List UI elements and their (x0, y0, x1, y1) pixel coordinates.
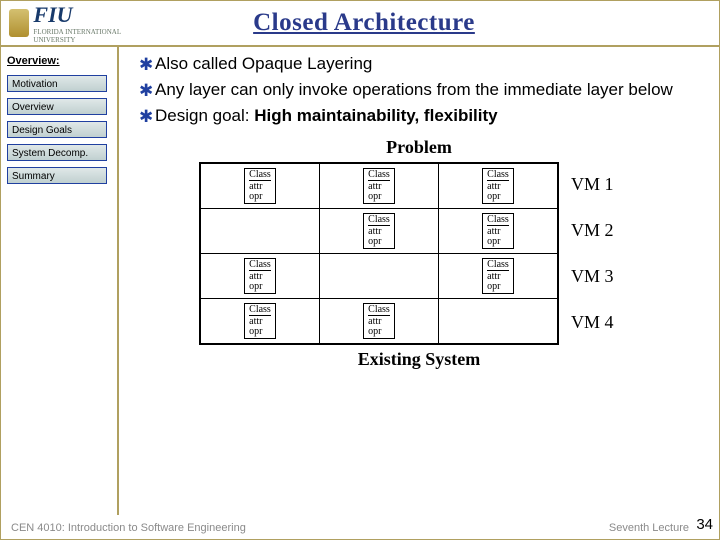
star-icon: ✱ (139, 80, 155, 103)
layer-cell (320, 253, 439, 298)
layer-row: ClassattroprClassattropr (200, 208, 558, 253)
layer-row: ClassattroprClassattropr (200, 298, 558, 344)
vm-label: VM 4 (571, 300, 614, 346)
footer: CEN 4010: Introduction to Software Engin… (1, 517, 719, 539)
slide-title: Closed Architecture (129, 9, 599, 37)
layer-cell: Classattropr (439, 163, 559, 209)
layer-cell: Classattropr (200, 163, 320, 209)
bullet-text: Any layer can only invoke operations fro… (155, 79, 673, 102)
bullet-list: ✱ Also called Opaque Layering ✱ Any laye… (139, 53, 707, 129)
vm-label: VM 3 (571, 254, 614, 300)
logo-text: FIU (33, 2, 129, 28)
star-icon: ✱ (139, 106, 155, 129)
layer-cell (200, 208, 320, 253)
main-content: ✱ Also called Opaque Layering ✱ Any laye… (119, 47, 719, 515)
fiu-logo: FIU FLORIDA INTERNATIONAL UNIVERSITY (9, 5, 129, 41)
page-number: 34 (696, 516, 713, 533)
slide: FIU FLORIDA INTERNATIONAL UNIVERSITY Clo… (0, 0, 720, 540)
layer-cell: Classattropr (200, 253, 320, 298)
header-bar: FIU FLORIDA INTERNATIONAL UNIVERSITY Clo… (1, 1, 719, 47)
vm-label: VM 2 (571, 208, 614, 254)
sidebar-item-overview[interactable]: Overview (7, 98, 107, 115)
layer-diagram: ClassattroprClassattroprClassattroprClas… (199, 162, 639, 345)
layer-row: ClassattroprClassattroprClassattropr (200, 163, 558, 209)
logo-subtext: FLORIDA INTERNATIONAL UNIVERSITY (33, 28, 129, 44)
diagram-top-title: Problem (131, 137, 707, 158)
footer-right: Seventh Lecture (609, 522, 689, 534)
layer-cell: Classattropr (320, 163, 439, 209)
layer-cell: Classattropr (439, 253, 559, 298)
vm-labels: VM 1VM 2VM 3VM 4 (571, 162, 614, 346)
diagram-bottom-title: Existing System (131, 349, 707, 370)
sidebar-item-system-decomp[interactable]: System Decomp. (7, 144, 107, 161)
layer-cell: Classattropr (320, 208, 439, 253)
bullet-item: ✱ Also called Opaque Layering (139, 53, 707, 77)
layer-cell: Classattropr (439, 208, 559, 253)
vm-label: VM 1 (571, 162, 614, 208)
footer-left: CEN 4010: Introduction to Software Engin… (11, 522, 609, 534)
layer-cell: Classattropr (200, 298, 320, 344)
bullet-item: ✱ Any layer can only invoke operations f… (139, 79, 707, 103)
bullet-text: Also called Opaque Layering (155, 53, 372, 76)
sidebar-item-motivation[interactable]: Motivation (7, 75, 107, 92)
layer-cell: Classattropr (320, 298, 439, 344)
sidebar: Overview: Motivation Overview Design Goa… (1, 47, 119, 515)
star-icon: ✱ (139, 54, 155, 77)
layer-cell (439, 298, 559, 344)
bullet-text: Design goal: High maintainability, flexi… (155, 105, 498, 128)
sidebar-item-summary[interactable]: Summary (7, 167, 107, 184)
bullet-item: ✱ Design goal: High maintainability, fle… (139, 105, 707, 129)
sidebar-heading: Overview: (7, 55, 111, 67)
layer-row: Classattropr Classattropr (200, 253, 558, 298)
crest-icon (9, 9, 29, 37)
layer-grid: ClassattroprClassattroprClassattroprClas… (199, 162, 559, 345)
sidebar-item-design-goals[interactable]: Design Goals (7, 121, 107, 138)
